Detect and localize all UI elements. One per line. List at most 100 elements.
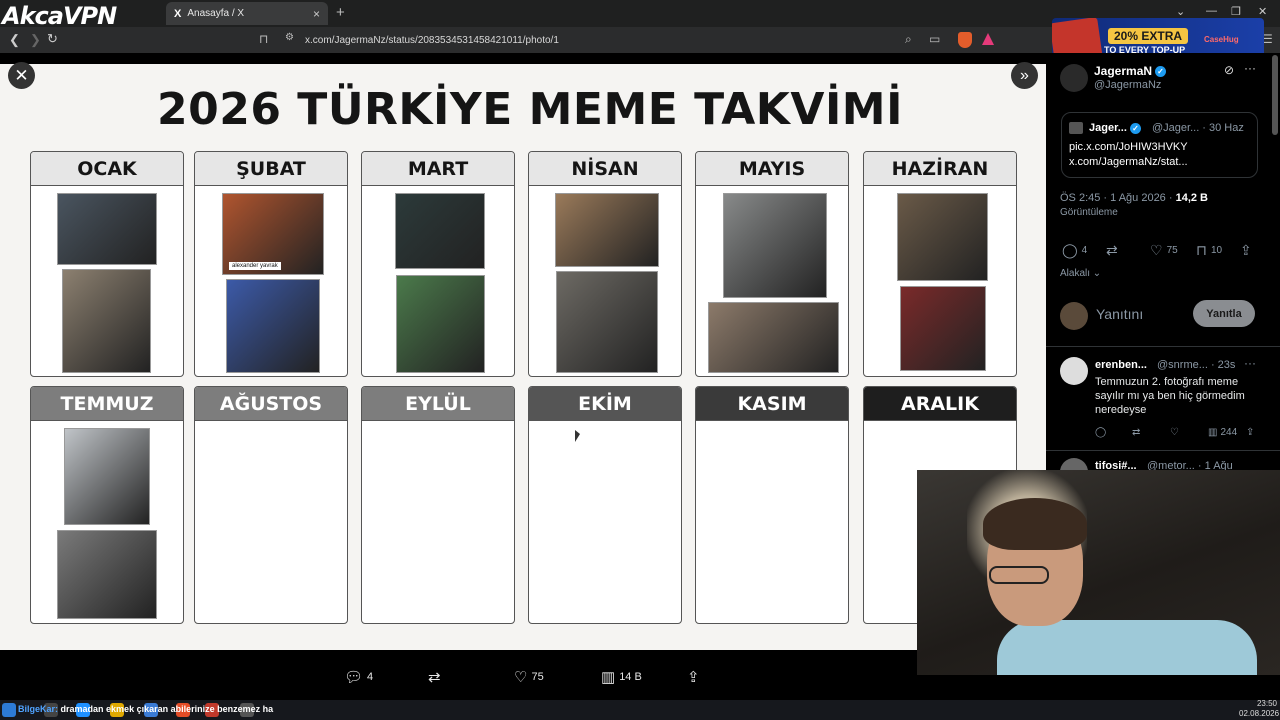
tweet-timestamp[interactable]: ÖS 2:45 · 1 Ağu 2026 · 14,2 B xyxy=(1060,192,1208,204)
meme-photo xyxy=(395,193,485,269)
zoom-icon[interactable]: ⌕ xyxy=(905,32,912,47)
url-input[interactable]: x.com/JagermaNz/status/20835345314584210… xyxy=(305,35,559,46)
minimize-button[interactable]: — xyxy=(1206,5,1217,17)
close-viewer-button[interactable]: ✕ xyxy=(8,62,35,89)
month-name: ARALIK xyxy=(864,387,1016,421)
views-action[interactable]: ▥ 14 B xyxy=(601,668,642,686)
reply-icon: ◯ xyxy=(1062,242,1078,258)
month-cell-8: AĞUSTOS xyxy=(194,386,348,624)
reply-views[interactable]: ▥ 244 xyxy=(1208,427,1237,438)
meme-photo xyxy=(555,193,659,267)
brave-shield-icon[interactable] xyxy=(958,32,972,48)
ad-logo: CaseHug xyxy=(1204,35,1239,44)
chevron-down-icon[interactable]: ⌄ xyxy=(1176,5,1185,18)
month-name: EYLÜL xyxy=(362,387,514,421)
reply-count: 4 xyxy=(367,671,374,683)
reply-heart-icon[interactable]: ♡ xyxy=(1170,427,1179,438)
tweet-view-count: 14,2 B xyxy=(1175,192,1208,204)
bookmark-stat[interactable]: ⊓ 10 xyxy=(1196,242,1222,259)
heart-icon: ♡ xyxy=(1150,242,1163,258)
more-options-icon[interactable]: ··· xyxy=(1244,61,1256,75)
quote-link-1[interactable]: pic.x.com/JoHIW3HVKY xyxy=(1069,140,1249,155)
cast-icon[interactable]: ▭ xyxy=(929,32,940,46)
grok-icon[interactable]: ⊘ xyxy=(1224,63,1234,77)
repost-icon: ⇄ xyxy=(428,669,441,686)
heart-icon: ♡ xyxy=(514,669,528,686)
reply-share-icon[interactable]: ⇪ xyxy=(1246,427,1254,438)
quote-body: pic.x.com/JoHIW3HVKY x.com/JagermaNz/sta… xyxy=(1069,140,1249,170)
author-name[interactable]: JagermaN ✓ xyxy=(1094,64,1167,78)
maximize-button[interactable]: ❐ xyxy=(1231,5,1241,18)
ad-badge: 20% EXTRA xyxy=(1108,28,1189,44)
streamer-shirt xyxy=(997,620,1257,675)
like-count: 75 xyxy=(531,671,544,683)
back-button[interactable]: ❮ xyxy=(9,32,20,48)
reload-button[interactable]: ↻ xyxy=(47,31,58,47)
windows-start-icon[interactable] xyxy=(2,703,16,717)
new-tab-button[interactable]: + xyxy=(336,4,345,21)
reply-text: Temmuzun 2. fotoğrafı meme sayılır mı ya… xyxy=(1095,376,1245,416)
share-icon: ⇪ xyxy=(1240,242,1252,258)
reply-input[interactable]: Yanıtını xyxy=(1096,306,1143,322)
user-avatar xyxy=(1060,302,1088,330)
rewards-icon[interactable] xyxy=(982,33,994,45)
calendar-title: 2026 TÜRKİYE MEME TAKVİMİ xyxy=(157,84,903,135)
views-label: Görüntüleme xyxy=(1060,207,1118,218)
reply-button[interactable]: Yanıtla xyxy=(1193,300,1255,327)
mouse-cursor xyxy=(575,430,580,442)
meme-photo xyxy=(396,275,485,373)
bookmark-icon: ⊓ xyxy=(1196,242,1207,258)
month-name: HAZİRAN xyxy=(864,152,1016,186)
bar-chart-icon: ▥ xyxy=(1208,427,1218,438)
glasses xyxy=(989,566,1049,584)
like-action[interactable]: ♡ 75 xyxy=(514,668,544,686)
meme-photo xyxy=(57,530,157,619)
author-handle[interactable]: @JagermaNz xyxy=(1094,79,1161,91)
divider xyxy=(1046,450,1280,451)
browser-tab[interactable]: X Anasayfa / X × xyxy=(166,2,328,25)
like-stat[interactable]: ♡ 75 xyxy=(1150,242,1178,259)
author-avatar[interactable] xyxy=(1060,64,1088,92)
month-cell-10: EKİM xyxy=(528,386,682,624)
reply-repost-icon[interactable]: ⇄ xyxy=(1132,427,1140,438)
month-cell-11: KASIM xyxy=(695,386,849,624)
meme-photo xyxy=(897,193,988,281)
tab-title: Anasayfa / X xyxy=(187,8,245,19)
reply-avatar[interactable] xyxy=(1060,357,1088,385)
forward-button[interactable]: ❯ xyxy=(30,32,41,48)
reply-author[interactable]: erenben... xyxy=(1095,359,1147,371)
repost-stat[interactable]: ⇄ xyxy=(1106,242,1118,259)
related-dropdown[interactable]: Alakalı ⌄ xyxy=(1060,268,1101,279)
bookmark-icon[interactable]: ⊓ xyxy=(259,32,268,46)
next-photo-button[interactable]: » xyxy=(1011,62,1038,89)
vpn-brand-logo: AkcaVPN xyxy=(2,2,117,30)
quote-author: Jager... ✓ xyxy=(1089,122,1141,134)
month-name: OCAK xyxy=(31,152,183,186)
share-action[interactable]: ⇪ xyxy=(687,668,700,686)
reply-icon: 💬︎ xyxy=(344,669,364,686)
meme-photo xyxy=(708,302,839,373)
verified-icon: ✓ xyxy=(1155,66,1167,78)
repost-action[interactable]: ⇄ xyxy=(428,668,441,686)
share-icon: ⇪ xyxy=(687,669,700,686)
meme-photo xyxy=(723,193,827,298)
bar-chart-icon: ▥ xyxy=(601,669,616,686)
quote-link-2[interactable]: x.com/JagermaNz/stat... xyxy=(1069,155,1249,170)
meme-photo: alexander yavrak xyxy=(222,193,324,275)
more-options-icon[interactable]: ··· xyxy=(1244,356,1256,370)
meme-photo xyxy=(64,428,150,525)
quote-avatar xyxy=(1069,122,1083,134)
chat-ticker: BilgeKar: dramadan ekmek çıkaran abileri… xyxy=(18,704,274,714)
close-window-button[interactable]: ✕ xyxy=(1258,5,1267,18)
sidebar-scrollbar[interactable] xyxy=(1272,55,1278,135)
tab-close-icon[interactable]: × xyxy=(313,7,320,21)
x-logo-icon: X xyxy=(174,7,182,20)
system-clock[interactable]: 23:50 02.08.2026 xyxy=(1239,699,1279,719)
webcam-overlay xyxy=(917,470,1280,675)
share-stat[interactable]: ⇪ xyxy=(1240,242,1252,259)
reply-stat[interactable]: ◯ 4 xyxy=(1062,242,1087,259)
site-settings-icon[interactable]: ⚙ xyxy=(285,32,294,43)
reply-action[interactable]: 💬︎ 4 xyxy=(344,668,373,686)
reply-reply-icon[interactable]: ◯ xyxy=(1095,427,1106,438)
repost-icon: ⇄ xyxy=(1106,242,1118,258)
